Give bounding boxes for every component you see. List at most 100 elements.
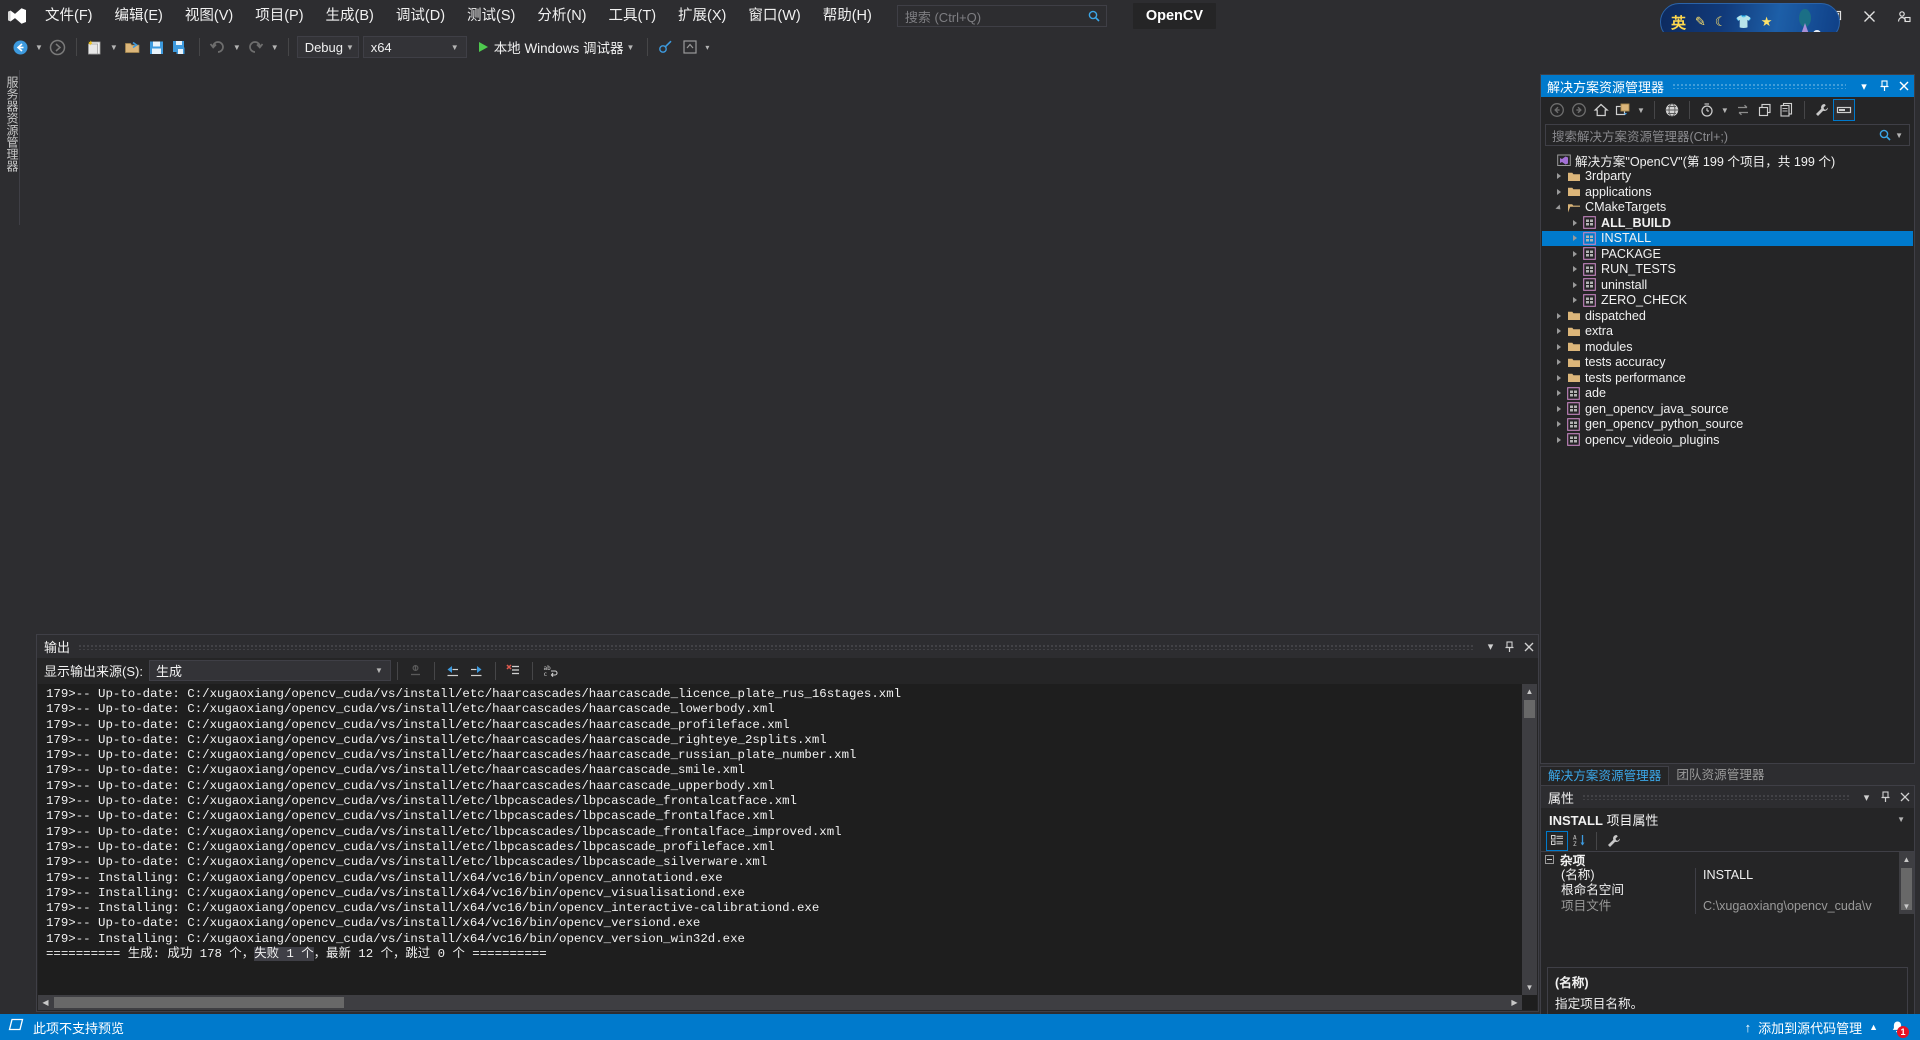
menu-analyze[interactable]: 分析(N) <box>526 0 597 32</box>
home-icon[interactable] <box>1590 99 1612 121</box>
alphabetical-icon[interactable]: A Z <box>1568 831 1590 851</box>
tree-item-cmaketargets[interactable]: CMakeTargets <box>1542 200 1913 216</box>
switch-views-icon[interactable] <box>1612 99 1634 121</box>
property-row[interactable]: 根命名空间 <box>1541 883 1914 899</box>
chevron-collapsed-icon[interactable] <box>1552 370 1565 386</box>
go-to-next-message-icon[interactable] <box>465 659 489 683</box>
close-window-icon[interactable] <box>1852 0 1886 32</box>
categorized-icon[interactable] <box>1546 830 1568 851</box>
back-icon[interactable] <box>1546 99 1568 121</box>
output-horizontal-scrollbar[interactable]: ◀ ▶ <box>38 995 1522 1010</box>
clear-all-icon[interactable] <box>502 659 526 683</box>
properties-category-row[interactable]: 杂项 <box>1541 852 1914 868</box>
preview-selected-items-icon[interactable] <box>1832 99 1855 121</box>
scroll-up-icon[interactable]: ▲ <box>1899 852 1914 867</box>
properties-object-selector[interactable]: INSTALL 项目属性 ▼ <box>1541 808 1914 830</box>
menu-build[interactable]: 生成(B) <box>315 0 385 32</box>
sync-with-active-document-icon[interactable] <box>1696 99 1718 121</box>
output-hscroll-thumb[interactable] <box>54 997 344 1008</box>
chevron-collapsed-icon[interactable] <box>1568 277 1581 293</box>
property-value[interactable] <box>1696 883 1703 899</box>
scroll-right-icon[interactable]: ▶ <box>1507 995 1522 1010</box>
find-message-icon[interactable] <box>404 659 428 683</box>
attach-to-process-icon[interactable] <box>654 35 678 59</box>
menu-help[interactable]: 帮助(H) <box>812 0 883 32</box>
navigate-back-dropdown-icon[interactable]: ▼ <box>32 43 46 52</box>
tree-item-run-tests[interactable]: RUN_TESTS <box>1542 262 1913 278</box>
chevron-collapsed-icon[interactable] <box>1568 262 1581 278</box>
menu-debug[interactable]: 调试(D) <box>385 0 456 32</box>
solution-explorer-tree[interactable]: 解决方案"OpenCV"(第 199 个项目，共 199 个) 3rdparty a… <box>1542 153 1913 762</box>
tree-item-gen-opencv-python-source[interactable]: gen_opencv_python_source <box>1542 417 1913 433</box>
switch-views-dropdown-icon[interactable]: ▼ <box>1634 106 1648 115</box>
menu-extensions[interactable]: 扩展(X) <box>667 0 737 32</box>
tree-item-modules[interactable]: modules <box>1542 339 1913 355</box>
property-value[interactable]: C:\xugaoxiang\opencv_cuda\v <box>1696 899 1872 915</box>
chevron-down-icon[interactable]: ▼ <box>1894 815 1908 824</box>
tree-item-all-build[interactable]: ALL_BUILD <box>1542 215 1913 231</box>
output-vertical-scrollbar[interactable]: ▲ ▼ <box>1522 684 1537 995</box>
tree-item-applications[interactable]: applications <box>1542 184 1913 200</box>
property-pages-icon[interactable] <box>1603 831 1625 851</box>
tree-item-package[interactable]: PACKAGE <box>1542 246 1913 262</box>
live-share-session-icon[interactable] <box>678 35 702 59</box>
drag-handle-dots[interactable] <box>78 643 1473 650</box>
menu-edit[interactable]: 编辑(E) <box>104 0 174 32</box>
moon-icon[interactable]: ☾ <box>1715 14 1727 30</box>
tree-item-extra[interactable]: extra <box>1542 324 1913 340</box>
pin-icon[interactable] <box>1876 787 1895 807</box>
chevron-expanded-icon[interactable] <box>1552 200 1565 216</box>
refresh-icon[interactable] <box>1732 99 1754 121</box>
tree-item-zero-check[interactable]: ZERO_CHECK <box>1542 293 1913 309</box>
tree-item-opencv-videoio-plugins[interactable]: opencv_videoio_plugins <box>1542 432 1913 448</box>
tree-item-dispatched[interactable]: dispatched <box>1542 308 1913 324</box>
drag-handle-dots[interactable] <box>1582 794 1849 800</box>
output-window-dropdown-icon[interactable]: ▾ <box>1481 637 1500 657</box>
navigate-back-icon[interactable] <box>8 35 32 59</box>
solution-root-node[interactable]: 解决方案"OpenCV"(第 199 个项目，共 199 个) <box>1542 153 1913 169</box>
tree-item-tests-accuracy[interactable]: tests accuracy <box>1542 355 1913 371</box>
chevron-collapsed-icon[interactable] <box>1552 432 1565 448</box>
output-source-dropdown[interactable]: 生成 ▼ <box>148 660 391 681</box>
chevron-collapsed-icon[interactable] <box>1552 324 1565 340</box>
scroll-down-icon[interactable]: ▼ <box>1899 899 1914 914</box>
property-value[interactable]: INSTALL <box>1696 868 1753 884</box>
menu-window[interactable]: 窗口(W) <box>737 0 811 32</box>
notifications-button[interactable]: 1 <box>1884 1014 1910 1040</box>
tree-item-3rdparty[interactable]: 3rdparty <box>1542 169 1913 185</box>
chevron-collapsed-icon[interactable] <box>1552 184 1565 200</box>
chevron-collapsed-icon[interactable] <box>1568 293 1581 309</box>
chevron-collapsed-icon[interactable] <box>1568 246 1581 262</box>
chevron-collapsed-icon[interactable] <box>1568 231 1581 247</box>
chevron-collapsed-icon[interactable] <box>1552 417 1565 433</box>
pin-icon[interactable] <box>1500 637 1519 657</box>
menu-file[interactable]: 文件(F) <box>34 0 104 32</box>
property-row[interactable]: 项目文件 C:\xugaoxiang\opencv_cuda\v <box>1541 898 1914 915</box>
close-icon[interactable] <box>1894 75 1914 97</box>
tab-solution-explorer[interactable]: 解决方案资源管理器 <box>1540 766 1670 785</box>
close-icon[interactable] <box>1895 787 1914 807</box>
redo-dropdown-icon[interactable]: ▼ <box>268 43 282 52</box>
ime-mode-label[interactable]: 英 <box>1671 12 1686 33</box>
window-menu-dropdown-icon[interactable]: ▾ <box>1857 787 1876 807</box>
scroll-up-icon[interactable]: ▲ <box>1522 684 1537 699</box>
chevron-collapsed-icon[interactable] <box>1552 308 1565 324</box>
sync-dropdown-icon[interactable]: ▼ <box>1718 106 1732 115</box>
scroll-left-icon[interactable]: ◀ <box>38 995 53 1010</box>
properties-grid[interactable]: 杂项 (名称) INSTALL 根命名空间 项目文件 C:\xugaoxiang\ope… <box>1541 852 1914 914</box>
chevron-collapsed-icon[interactable] <box>1552 169 1565 185</box>
output-text-area[interactable]: 179>-- Up-to-date: C:/xugaoxiang/opencv_… <box>38 684 1537 1010</box>
pending-changes-filter-icon[interactable] <box>1661 99 1683 121</box>
pin-icon[interactable] <box>1874 75 1894 97</box>
pen-icon[interactable]: ✎ <box>1695 14 1706 30</box>
star-icon[interactable]: ★ <box>1761 14 1773 30</box>
start-debugging-button[interactable]: 本地 Windows 调试器 ▼ <box>473 35 642 59</box>
tree-item-ade[interactable]: ade <box>1542 386 1913 402</box>
properties-scrollbar[interactable]: ▲ ▼ <box>1899 852 1914 914</box>
chevron-collapsed-icon[interactable] <box>1552 339 1565 355</box>
scroll-down-icon[interactable]: ▼ <box>1522 980 1537 995</box>
close-icon[interactable] <box>1519 637 1538 657</box>
chevron-collapsed-icon[interactable] <box>1552 386 1565 402</box>
output-vscroll-thumb[interactable] <box>1524 700 1535 718</box>
menu-test[interactable]: 测试(S) <box>456 0 526 32</box>
